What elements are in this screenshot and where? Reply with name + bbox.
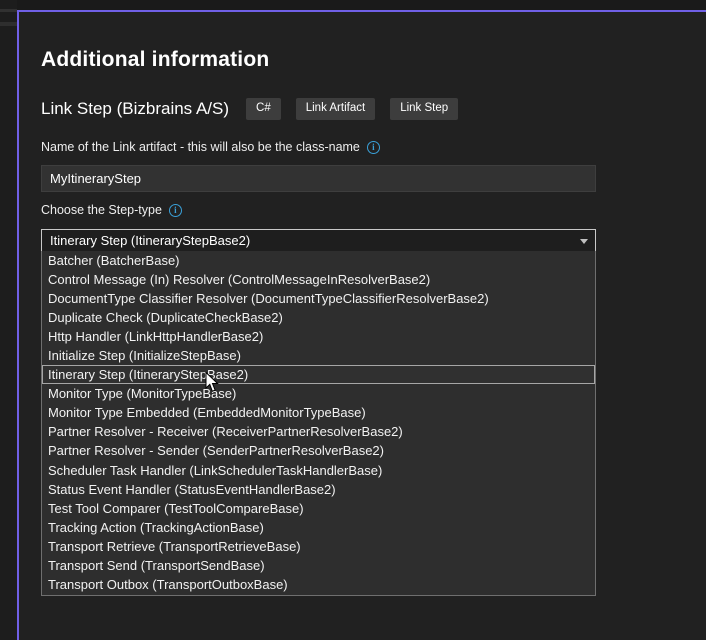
chevron-down-icon[interactable] bbox=[580, 239, 588, 244]
dropdown-option[interactable]: Tracking Action (TrackingActionBase) bbox=[42, 518, 595, 537]
step-type-selected-value: Itinerary Step (ItineraryStepBase2) bbox=[50, 233, 250, 248]
info-icon[interactable]: i bbox=[169, 204, 182, 217]
background-window-edge bbox=[0, 22, 17, 26]
artifact-name-input[interactable] bbox=[41, 165, 596, 192]
background-top-strip bbox=[17, 0, 706, 10]
dropdown-option[interactable]: Transport Outbox (TransportOutboxBase) bbox=[42, 575, 595, 594]
dropdown-option[interactable]: Monitor Type (MonitorTypeBase) bbox=[42, 384, 595, 403]
dropdown-option[interactable]: Itinerary Step (ItineraryStepBase2) bbox=[42, 365, 595, 384]
dropdown-option[interactable]: Partner Resolver - Receiver (ReceiverPar… bbox=[42, 422, 595, 441]
screen: Additional information Link Step (Bizbra… bbox=[0, 0, 706, 640]
template-tag-badge[interactable]: C# bbox=[246, 98, 281, 120]
dropdown-option[interactable]: Transport Send (TransportSendBase) bbox=[42, 556, 595, 575]
artifact-name-label-text: Name of the Link artifact - this will al… bbox=[41, 140, 360, 154]
template-tag-badge[interactable]: Link Step bbox=[390, 98, 458, 120]
template-heading-row: Link Step (Bizbrains A/S) C# Link Artifac… bbox=[41, 98, 458, 120]
background-window-edge bbox=[0, 9, 17, 12]
dropdown-option[interactable]: Monitor Type Embedded (EmbeddedMonitorTy… bbox=[42, 403, 595, 422]
mouse-cursor bbox=[205, 372, 219, 398]
template-tag-badge[interactable]: Link Artifact bbox=[296, 98, 375, 120]
page-title: Additional information bbox=[41, 48, 269, 72]
dropdown-option[interactable]: DocumentType Classifier Resolver (Docume… bbox=[42, 289, 595, 308]
step-type-dropdown-list[interactable]: Batcher (BatcherBase)Control Message (In… bbox=[41, 251, 596, 596]
dropdown-option[interactable]: Http Handler (LinkHttpHandlerBase2) bbox=[42, 327, 595, 346]
dropdown-option[interactable]: Batcher (BatcherBase) bbox=[42, 251, 595, 270]
dropdown-option[interactable]: Duplicate Check (DuplicateCheckBase2) bbox=[42, 308, 595, 327]
dropdown-option[interactable]: Control Message (In) Resolver (ControlMe… bbox=[42, 270, 595, 289]
template-name-heading: Link Step (Bizbrains A/S) bbox=[41, 99, 229, 119]
step-type-label-text: Choose the Step-type bbox=[41, 203, 162, 217]
dropdown-option[interactable]: Scheduler Task Handler (LinkSchedulerTas… bbox=[42, 461, 595, 480]
step-type-label: Choose the Step-type i bbox=[41, 203, 182, 217]
dropdown-option[interactable]: Test Tool Comparer (TestToolCompareBase) bbox=[42, 499, 595, 518]
dropdown-option[interactable]: Partner Resolver - Sender (SenderPartner… bbox=[42, 441, 595, 460]
step-type-combobox[interactable]: Itinerary Step (ItineraryStepBase2) bbox=[41, 229, 596, 252]
dropdown-option[interactable]: Status Event Handler (StatusEventHandler… bbox=[42, 480, 595, 499]
info-icon[interactable]: i bbox=[367, 141, 380, 154]
artifact-name-label: Name of the Link artifact - this will al… bbox=[41, 140, 380, 154]
template-badges: C# Link Artifact Link Step bbox=[246, 98, 458, 120]
dropdown-option[interactable]: Transport Retrieve (TransportRetrieveBas… bbox=[42, 537, 595, 556]
dropdown-option[interactable]: Initialize Step (InitializeStepBase) bbox=[42, 346, 595, 365]
additional-information-dialog: Additional information Link Step (Bizbra… bbox=[17, 10, 706, 640]
